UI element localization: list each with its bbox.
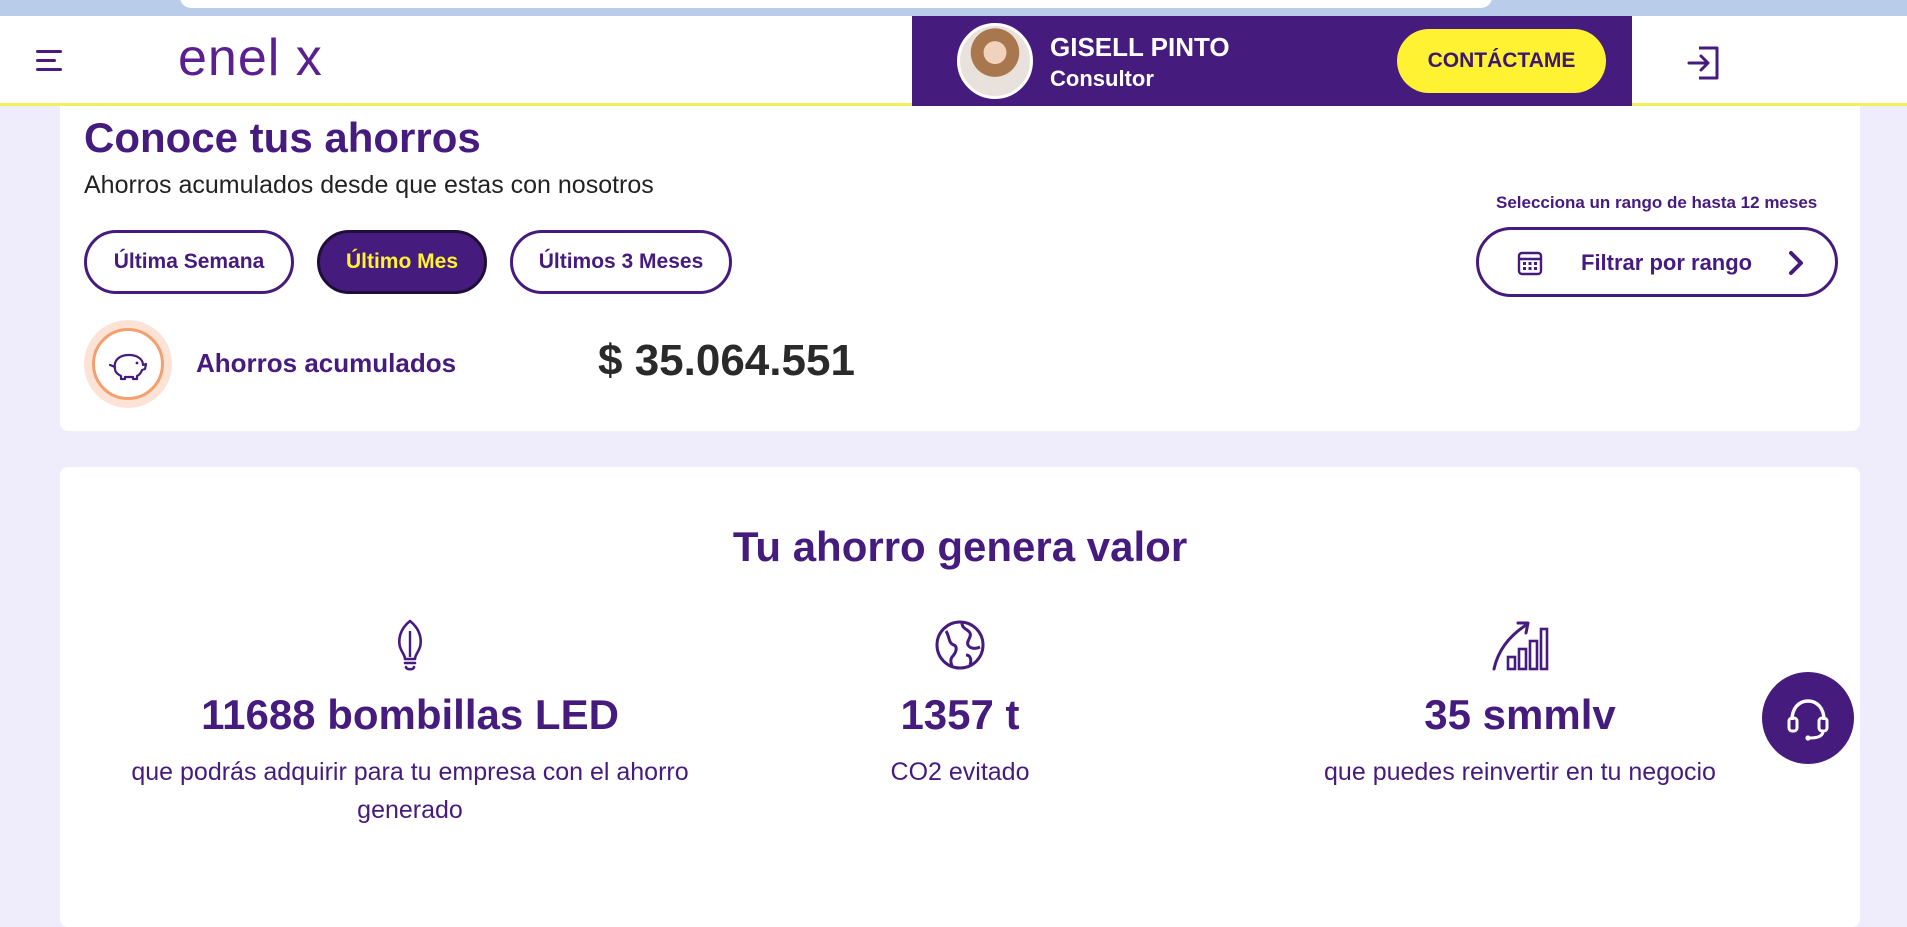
consultant-role: Consultor: [1050, 66, 1154, 91]
bulb-icon: [130, 617, 690, 673]
enel-x-logo[interactable]: enel x: [178, 28, 323, 88]
logout-icon[interactable]: [1683, 42, 1725, 84]
accumulated-savings-value: $ 35.064.551: [598, 336, 855, 385]
stat-smmlv-description: que puedes reinvertir en tu negocio: [1324, 758, 1716, 786]
value-card: Tu ahorro genera valor 11688 bombillas L…: [60, 467, 1860, 927]
growth-chart-icon: [1240, 617, 1800, 673]
stat-co2-value: 1357 t: [900, 691, 1020, 738]
filter-last-week[interactable]: Última Semana: [84, 230, 294, 294]
stat-led-value: 11688 bombillas LED: [201, 691, 619, 738]
stat-co2-description: CO2 evitado: [890, 758, 1030, 786]
stat-smmlv: 35 smmlv que puedes reinvertir en tu neg…: [1240, 617, 1800, 791]
support-headset-button[interactable]: [1762, 672, 1854, 764]
globe-icon: [680, 617, 1240, 673]
value-heading: Tu ahorro genera valor: [732, 523, 1188, 570]
consultant-banner: GISELL PINTO Consultor CONTÁCTAME: [912, 16, 1632, 106]
chevron-right-icon: [1785, 249, 1807, 282]
stat-co2: 1357 t CO2 evitado: [680, 617, 1240, 791]
filter-by-range-button[interactable]: Filtrar por rango: [1476, 227, 1838, 297]
menu-icon[interactable]: [34, 44, 70, 78]
address-bar[interactable]: [180, 0, 1492, 8]
accumulated-savings-label: Ahorros acumulados: [196, 348, 457, 378]
filter-by-range-label: Filtrar por rango: [1581, 250, 1753, 275]
contact-button[interactable]: CONTÁCTAME: [1397, 29, 1606, 93]
stat-led-description: que podrás adquirir para tu empresa con …: [131, 758, 689, 824]
savings-card: Conoce tus ahorros Ahorros acumulados de…: [60, 106, 1860, 431]
stat-smmlv-value: 35 smmlv: [1424, 691, 1616, 738]
consultant-name: GISELL PINTO: [1050, 32, 1230, 62]
piggy-bank-icon: [84, 320, 172, 408]
site-header: enel x GISELL PINTO Consultor CONTÁCTAME: [0, 16, 1907, 106]
headset-icon: [1787, 699, 1829, 741]
calendar-icon: [1517, 250, 1543, 281]
stat-led-bulbs: 11688 bombillas LED que podrás adquirir …: [130, 617, 690, 829]
range-hint: Selecciona un rango de hasta 12 meses: [1496, 193, 1818, 212]
browser-chrome-strip: [0, 0, 1907, 16]
filter-last-3-months[interactable]: Últimos 3 Meses: [510, 230, 732, 294]
savings-subtitle: Ahorros acumulados desde que estas con n…: [84, 171, 654, 199]
savings-title: Conoce tus ahorros: [84, 114, 481, 161]
consultant-avatar: [957, 23, 1033, 99]
filter-last-month[interactable]: Último Mes: [317, 230, 487, 294]
